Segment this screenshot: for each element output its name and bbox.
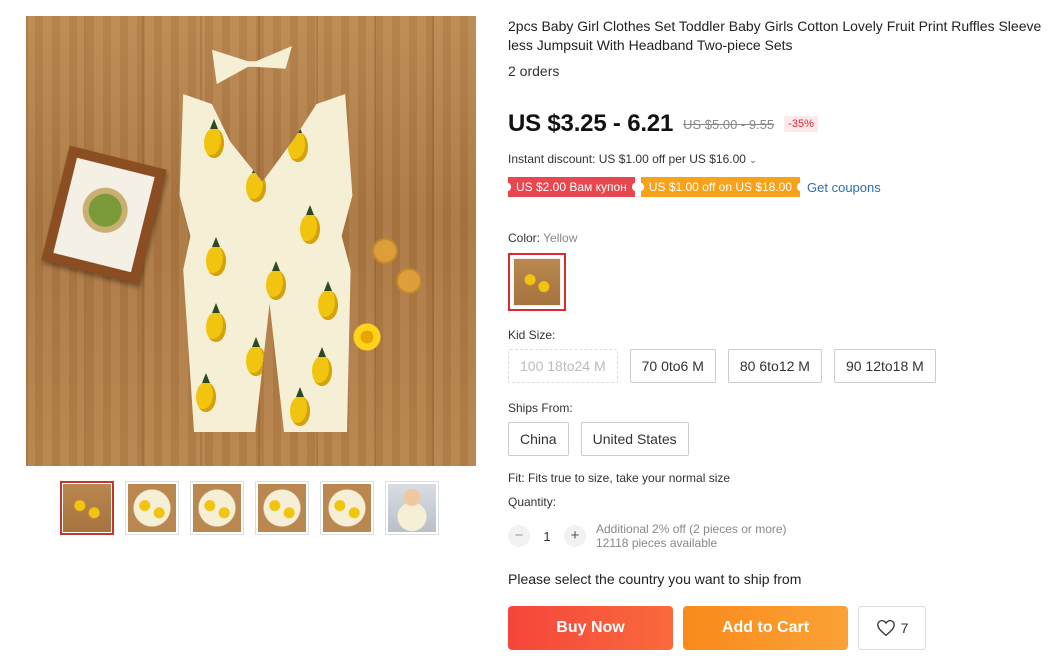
kid-size-options: 100 18to24 M 70 0to6 M 80 6to12 M 90 12t… (508, 349, 936, 383)
kid-size-label: Kid Size: (508, 328, 556, 342)
quantity-label: Quantity: (508, 495, 557, 509)
size-option-80[interactable]: 80 6to12 M (727, 349, 822, 383)
order-count: 2 orders (508, 63, 560, 79)
quantity-info: Additional 2% off (2 pieces or more) 121… (596, 522, 787, 550)
discount-badge: -35% (784, 116, 818, 132)
coupon-badge-2[interactable]: US $1.00 off on US $18.00 (637, 177, 804, 197)
product-title: 2pcs Baby Girl Clothes Set Toddler Baby … (508, 18, 1042, 53)
ship-country-note: Please select the country you want to sh… (508, 571, 802, 587)
wishlist-count: 7 (900, 620, 909, 636)
coupon-row: US $2.00 Вам купон US $1.00 off on US $1… (505, 177, 881, 197)
action-buttons: Buy Now Add to Cart 7 (508, 606, 926, 650)
ships-from-label: Ships From: (508, 401, 573, 415)
ships-from-options: China United States (508, 422, 689, 456)
ship-option-china[interactable]: China (508, 422, 569, 456)
size-option-70[interactable]: 70 0to6 M (629, 349, 716, 383)
quantity-plus-button[interactable]: + (564, 525, 586, 547)
instant-discount-text: Instant discount: US $1.00 off per US $1… (508, 152, 746, 166)
thumbnail-3[interactable] (190, 481, 244, 535)
bulk-discount-note: Additional 2% off (2 pieces or more) (596, 522, 787, 536)
thumbnail-strip (60, 481, 439, 535)
flower-prop (350, 320, 384, 354)
color-label: Color: Yellow (508, 231, 577, 245)
price-row: US $3.25 - 6.21 US $5.00 - 9.55 -35% (508, 110, 818, 138)
thumbnail-1[interactable] (60, 481, 114, 535)
buy-now-button[interactable]: Buy Now (508, 606, 673, 650)
fit-note: Fit: Fits true to size, take your normal… (508, 471, 731, 485)
add-to-cart-button[interactable]: Add to Cart (683, 606, 848, 650)
thumbnail-5[interactable] (320, 481, 374, 535)
heart-icon (876, 619, 895, 637)
main-product-image[interactable] (26, 16, 476, 466)
original-price: US $5.00 - 9.55 (683, 116, 775, 132)
size-option-90[interactable]: 90 12to18 M (833, 349, 936, 383)
color-label-text: Color: (508, 231, 541, 245)
thumbnail-2[interactable] (125, 481, 179, 535)
quantity-minus-button[interactable]: − (508, 525, 530, 547)
quantity-value[interactable]: 1 (530, 529, 564, 544)
quantity-stepper: − 1 + Additional 2% off (2 pieces or mor… (508, 522, 787, 550)
instant-discount[interactable]: Instant discount: US $1.00 off per US $1… (508, 152, 757, 166)
thumbnail-4[interactable] (255, 481, 309, 535)
sunglasses-prop (372, 238, 426, 298)
size-option-100[interactable]: 100 18to24 M (508, 349, 618, 383)
color-selected-value: Yellow (543, 231, 578, 245)
picture-frame-prop (41, 145, 167, 285)
get-coupons-link[interactable]: Get coupons (807, 180, 881, 195)
color-swatch-yellow[interactable] (508, 253, 566, 311)
thumbnail-6[interactable] (385, 481, 439, 535)
current-price: US $3.25 - 6.21 (508, 110, 674, 137)
wishlist-button[interactable]: 7 (858, 606, 926, 650)
chevron-down-icon: ⌄ (749, 155, 757, 165)
jumpsuit-garment (179, 94, 353, 432)
headband-bow (212, 46, 292, 84)
stock-available: 12118 pieces available (596, 536, 718, 550)
coupon-badge-1[interactable]: US $2.00 Вам купон (505, 177, 638, 197)
ship-option-united-states[interactable]: United States (580, 422, 689, 456)
